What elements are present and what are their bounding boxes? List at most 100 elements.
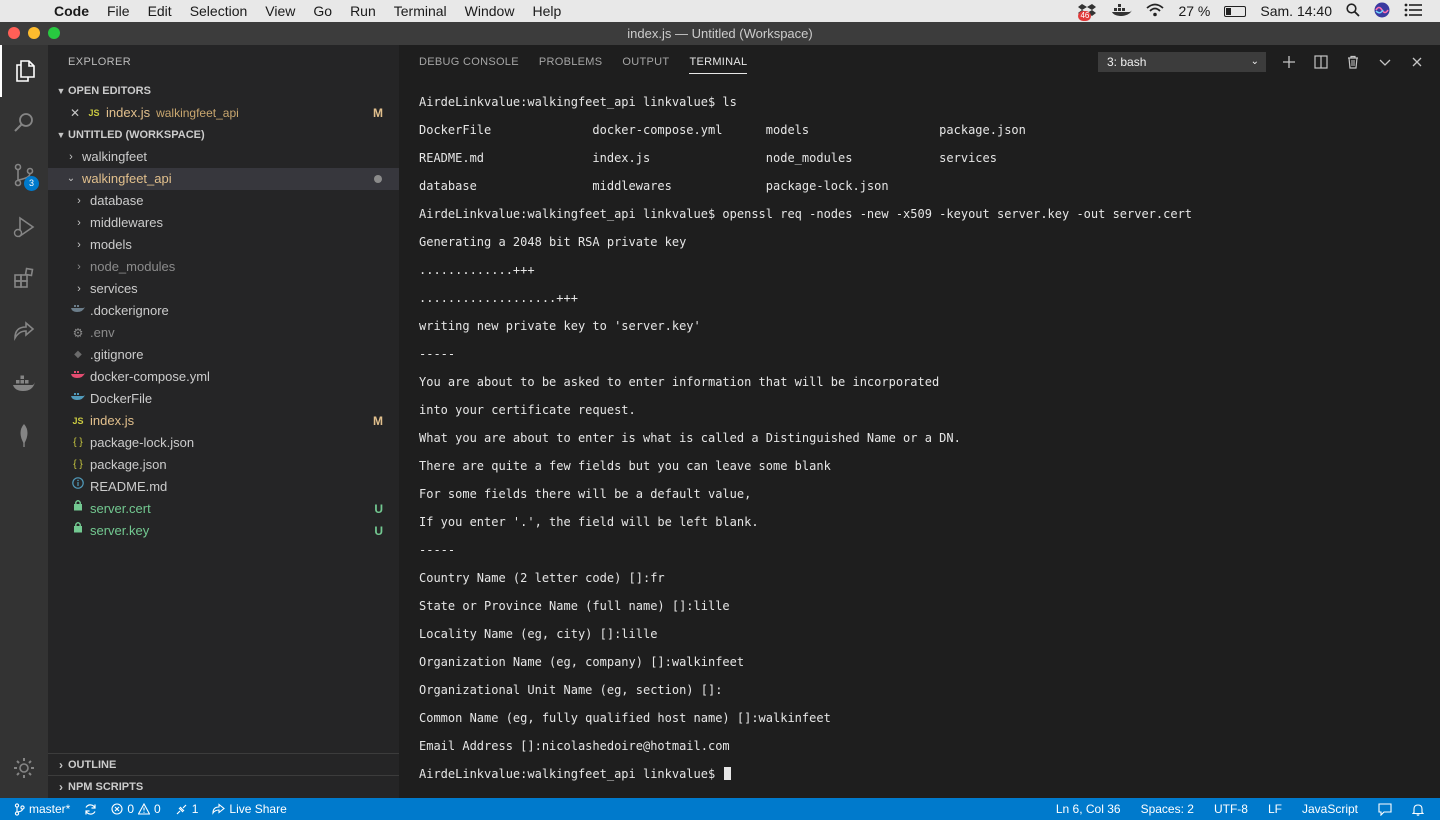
tree-file-gitignore[interactable]: ◆ .gitignore bbox=[48, 344, 399, 366]
menu-help[interactable]: Help bbox=[523, 3, 570, 19]
docker-file-icon bbox=[70, 388, 86, 410]
activity-docker[interactable] bbox=[0, 357, 48, 409]
folder-walkingfeet-api[interactable]: ⌄ walkingfeet_api bbox=[48, 168, 399, 190]
window-minimize-button[interactable] bbox=[28, 27, 40, 39]
notifications-button[interactable] bbox=[1412, 803, 1424, 816]
tree-label: .env bbox=[90, 325, 115, 340]
menu-selection[interactable]: Selection bbox=[181, 3, 257, 19]
menu-edit[interactable]: Edit bbox=[139, 3, 181, 19]
terminal-line: There are quite a few fields but you can… bbox=[419, 459, 831, 473]
maximize-panel-button[interactable] bbox=[1376, 53, 1394, 71]
tree-folder-database[interactable]: › database bbox=[48, 190, 399, 212]
menu-window[interactable]: Window bbox=[456, 3, 524, 19]
workspace-header[interactable]: ▼ UNTITLED (WORKSPACE) bbox=[48, 124, 399, 146]
dropbox-icon[interactable]: 46 bbox=[1078, 3, 1098, 21]
terminal-line: Organizational Unit Name (eg, section) [… bbox=[419, 683, 723, 697]
kill-terminal-button[interactable] bbox=[1344, 53, 1362, 71]
feedback-button[interactable] bbox=[1378, 802, 1392, 816]
terminal-line: ----- bbox=[419, 543, 456, 557]
notification-center-icon[interactable] bbox=[1404, 3, 1422, 20]
activity-mongodb[interactable] bbox=[0, 409, 48, 461]
tree-folder-models[interactable]: › models bbox=[48, 234, 399, 256]
terminal-select[interactable]: 3: bash ⌄ bbox=[1098, 52, 1266, 72]
tree-file-env[interactable]: ⚙ .env bbox=[48, 322, 399, 344]
tree-folder-node-modules[interactable]: › node_modules bbox=[48, 256, 399, 278]
end-of-line[interactable]: LF bbox=[1268, 802, 1282, 816]
live-share-button[interactable]: Live Share bbox=[212, 802, 287, 816]
tree-file-server-key[interactable]: server.key U bbox=[48, 520, 399, 542]
tree-label: server.key bbox=[90, 523, 150, 538]
tree-folder-services[interactable]: › services bbox=[48, 278, 399, 300]
battery-percent: 27 % bbox=[1178, 3, 1211, 19]
error-icon bbox=[111, 803, 123, 815]
menu-file[interactable]: File bbox=[98, 3, 139, 19]
docker-icon[interactable] bbox=[1112, 3, 1133, 20]
activity-manage[interactable] bbox=[0, 742, 48, 794]
spotlight-search-icon[interactable] bbox=[1346, 2, 1360, 20]
encoding[interactable]: UTF-8 bbox=[1214, 802, 1248, 816]
close-icon[interactable]: ✕ bbox=[68, 102, 82, 124]
tree-label: docker-compose.yml bbox=[90, 369, 210, 384]
close-panel-button[interactable] bbox=[1408, 53, 1426, 71]
activity-search[interactable] bbox=[0, 97, 48, 149]
outline-section: › OUTLINE bbox=[48, 753, 399, 776]
open-editor-filename: index.js bbox=[106, 105, 151, 120]
outline-header[interactable]: › OUTLINE bbox=[48, 754, 399, 776]
tree-file-package-json[interactable]: { } package.json bbox=[48, 454, 399, 476]
warning-icon bbox=[138, 803, 151, 815]
chevron-right-icon: › bbox=[59, 780, 63, 794]
split-terminal-button[interactable] bbox=[1312, 53, 1330, 71]
tree-file-server-cert[interactable]: server.cert U bbox=[48, 498, 399, 520]
cursor-position[interactable]: Ln 6, Col 36 bbox=[1056, 802, 1121, 816]
tree-file-index-js[interactable]: JS index.js M bbox=[48, 410, 399, 432]
sync-button[interactable] bbox=[84, 803, 97, 816]
tree-file-dockerignore[interactable]: .dockerignore bbox=[48, 300, 399, 322]
activity-source-control[interactable]: 3 bbox=[0, 149, 48, 201]
menu-view[interactable]: View bbox=[256, 3, 304, 19]
wifi-icon[interactable] bbox=[1146, 3, 1165, 20]
terminal-output[interactable]: AirdeLinkvalue:walkingfeet_api linkvalue… bbox=[419, 81, 1420, 809]
sync-icon bbox=[85, 803, 96, 815]
chevron-right-icon: › bbox=[77, 239, 81, 251]
info-icon bbox=[70, 476, 86, 498]
battery-icon[interactable] bbox=[1224, 5, 1247, 17]
window-maximize-button[interactable] bbox=[48, 27, 60, 39]
tab-terminal[interactable]: TERMINAL bbox=[689, 45, 748, 80]
terminal-prompt-line[interactable]: AirdeLinkvalue:walkingfeet_api linkvalue… bbox=[419, 767, 1420, 781]
extensions-icon bbox=[14, 267, 34, 288]
activity-explorer[interactable] bbox=[0, 45, 48, 97]
tree-file-readme[interactable]: README.md bbox=[48, 476, 399, 498]
activity-run-debug[interactable] bbox=[0, 201, 48, 253]
chevron-down-icon: ▼ bbox=[56, 86, 66, 96]
terminal-cursor bbox=[724, 767, 732, 780]
tab-problems[interactable]: PROBLEMS bbox=[539, 45, 603, 80]
tab-debug-console[interactable]: DEBUG CONSOLE bbox=[419, 45, 519, 80]
open-editor-item[interactable]: ✕ JS index.js walkingfeet_api M bbox=[48, 102, 399, 124]
new-terminal-button[interactable] bbox=[1280, 53, 1298, 71]
siri-icon[interactable] bbox=[1374, 2, 1390, 21]
clock[interactable]: Sam. 14:40 bbox=[1260, 3, 1332, 19]
problems-indicator[interactable]: 0 0 bbox=[111, 802, 161, 816]
feedback-icon bbox=[1378, 802, 1392, 816]
language-mode[interactable]: JavaScript bbox=[1302, 802, 1358, 816]
tree-folder-middlewares[interactable]: › middlewares bbox=[48, 212, 399, 234]
open-editors-header[interactable]: ▼ OPEN EDITORS bbox=[48, 80, 399, 102]
menu-app-name[interactable]: Code bbox=[54, 3, 98, 19]
folder-walkingfeet[interactable]: › walkingfeet bbox=[48, 146, 399, 168]
ports-indicator[interactable]: 1 bbox=[175, 802, 198, 816]
window-close-button[interactable] bbox=[8, 27, 20, 39]
indentation[interactable]: Spaces: 2 bbox=[1141, 802, 1194, 816]
activity-live-share[interactable] bbox=[0, 305, 48, 357]
menu-run[interactable]: Run bbox=[341, 3, 385, 19]
activity-extensions[interactable] bbox=[0, 253, 48, 305]
branch-indicator[interactable]: master* bbox=[14, 802, 70, 816]
menu-terminal[interactable]: Terminal bbox=[385, 3, 456, 19]
npm-scripts-header[interactable]: › NPM SCRIPTS bbox=[48, 776, 399, 798]
tree-file-docker-compose[interactable]: docker-compose.yml bbox=[48, 366, 399, 388]
tree-file-package-lock[interactable]: { } package-lock.json bbox=[48, 432, 399, 454]
tree-file-dockerfile[interactable]: DockerFile bbox=[48, 388, 399, 410]
menu-go[interactable]: Go bbox=[304, 3, 341, 19]
tab-output[interactable]: OUTPUT bbox=[622, 45, 669, 80]
terminal-panel: DEBUG CONSOLE PROBLEMS OUTPUT TERMINAL 3… bbox=[399, 45, 1440, 798]
modified-dot bbox=[374, 175, 382, 183]
